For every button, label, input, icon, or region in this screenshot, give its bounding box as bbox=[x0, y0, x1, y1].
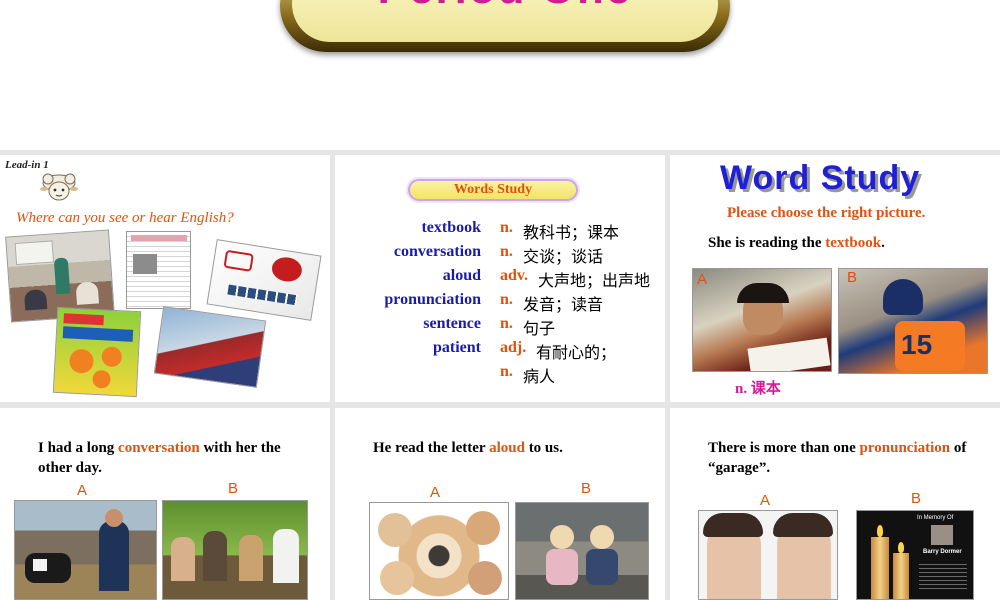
sentence-end: to us. bbox=[524, 440, 563, 456]
olympic-poster-photo bbox=[206, 239, 322, 321]
lead-in-label: Lead-in 1 bbox=[5, 159, 49, 171]
period-title-inner: Period One bbox=[292, 0, 718, 42]
words-study-banner: Words Study bbox=[408, 179, 578, 201]
highlighted-word: conversation bbox=[118, 440, 200, 456]
option-a-label: A bbox=[760, 492, 771, 509]
word-study-title: Word Study bbox=[720, 159, 921, 197]
vocab-row: textbook n. 教科书；课本 bbox=[335, 219, 665, 243]
option-b-label: B bbox=[228, 480, 239, 497]
sentence-start: There is more than one bbox=[708, 440, 860, 456]
vocab-pos: n. bbox=[500, 291, 513, 308]
slide-pronunciation[interactable]: There is more than one pronunciation of … bbox=[670, 408, 1000, 600]
vocab-meaning: 发音；读音 bbox=[523, 297, 604, 314]
highlighted-word: pronunciation bbox=[859, 440, 951, 456]
face-profile-photo[interactable] bbox=[698, 510, 838, 600]
vocab-word: conversation bbox=[393, 243, 481, 260]
vocab-row: aloud adv. 大声地；出声地 bbox=[335, 267, 665, 291]
vocab-pos: adj. bbox=[500, 339, 527, 356]
vocab-pos: adv. bbox=[500, 267, 529, 284]
sentence-start: I had a long bbox=[38, 440, 119, 456]
sentence-start: He read the letter bbox=[373, 440, 490, 456]
example-sentence: He read the letter aloud to us. bbox=[373, 438, 653, 458]
slide-words-study[interactable]: Words Study textbook n. 教科书；课本 conversat… bbox=[335, 155, 665, 402]
option-b-label: B bbox=[911, 490, 922, 507]
highlighted-word: textbook bbox=[825, 235, 882, 251]
vocab-pos: n. bbox=[500, 363, 513, 380]
example-sentence: She is reading the textbook. bbox=[708, 233, 988, 253]
vocab-pos: n. bbox=[500, 243, 513, 260]
vocab-meaning: 交谈；谈话 bbox=[523, 249, 604, 266]
english-book-photo bbox=[52, 306, 142, 398]
vocab-meaning: 病人 bbox=[523, 369, 556, 386]
memorial-heading: In Memory Of bbox=[917, 515, 954, 521]
slide-word-study-textbook[interactable]: Word Study Please choose the right pictu… bbox=[670, 155, 1000, 402]
park-bench-photo[interactable] bbox=[162, 500, 308, 600]
sentence-start: She is reading the bbox=[708, 235, 826, 251]
vocab-row: n. 病人 bbox=[335, 363, 665, 387]
vocab-word: textbook bbox=[421, 219, 481, 236]
answer-pos: n. bbox=[735, 381, 748, 397]
option-a-label: A bbox=[697, 271, 708, 288]
vocab-row: sentence n. 句子 bbox=[335, 315, 665, 339]
choose-instruction: Please choose the right picture. bbox=[727, 205, 926, 221]
option-a-label: A bbox=[77, 482, 88, 499]
period-title: Period One bbox=[292, 0, 718, 11]
sentence-end: . bbox=[881, 235, 885, 251]
option-a-label: A bbox=[430, 484, 441, 501]
vocab-meaning: 有耐心的； bbox=[536, 345, 617, 362]
vocab-word: patient bbox=[433, 339, 481, 356]
memorial-candles-photo[interactable]: In Memory Of Barry Dormer bbox=[856, 510, 974, 600]
vocab-pos: n. bbox=[500, 219, 513, 236]
vocab-word: sentence bbox=[423, 315, 481, 332]
highlighted-word: aloud bbox=[489, 440, 525, 456]
farm-conversation-photo[interactable] bbox=[14, 500, 157, 600]
sheep-mascot-icon bbox=[40, 173, 78, 201]
newspaper-photo bbox=[126, 231, 191, 309]
vocab-word: aloud bbox=[442, 267, 481, 284]
option-b-label: B bbox=[847, 269, 858, 286]
slide-lead-in[interactable]: Lead-in 1 Where can you see or hear Engl… bbox=[0, 155, 330, 402]
memorial-name: Barry Dormer bbox=[923, 549, 962, 555]
lead-in-question: Where can you see or hear English? bbox=[16, 210, 234, 226]
example-sentence: There is more than one pronunciation of … bbox=[708, 438, 998, 478]
vocab-meaning: 教科书；课本 bbox=[523, 225, 620, 242]
vocab-meaning: 句子 bbox=[523, 321, 556, 338]
vocab-pos: n. bbox=[500, 315, 513, 332]
period-title-banner: Period One bbox=[280, 0, 730, 52]
football-player-photo[interactable]: B 15 bbox=[838, 268, 988, 374]
vocab-word: pronunciation bbox=[384, 291, 481, 308]
reading-girl-photo[interactable]: A bbox=[692, 268, 832, 372]
vocab-row: conversation n. 交谈；谈话 bbox=[335, 243, 665, 267]
answer-noun: n. 课本 bbox=[735, 377, 781, 398]
spiderman-photo bbox=[153, 306, 267, 388]
shouting-kids-photo[interactable] bbox=[369, 502, 509, 600]
vocab-meaning: 大声地；出声地 bbox=[538, 273, 651, 290]
vocab-row: patient adj. 有耐心的； bbox=[335, 339, 665, 363]
option-b-label: B bbox=[581, 480, 592, 497]
answer-meaning: 课本 bbox=[750, 381, 781, 397]
example-sentence: I had a long conversation with her the o… bbox=[38, 438, 318, 478]
vocab-row: pronunciation n. 发音；读音 bbox=[335, 291, 665, 315]
slide-aloud[interactable]: He read the letter aloud to us. A B bbox=[335, 408, 665, 600]
slide-conversation[interactable]: I had a long conversation with her the o… bbox=[0, 408, 330, 600]
sitting-kids-photo[interactable] bbox=[515, 502, 649, 600]
